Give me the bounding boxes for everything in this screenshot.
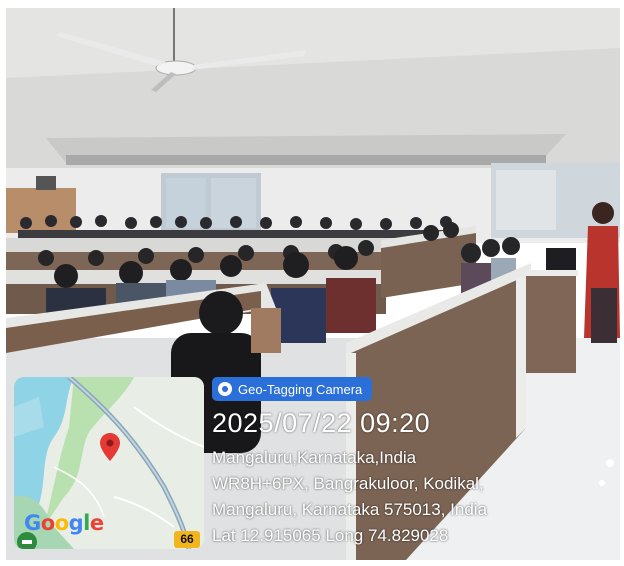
map-pin-icon xyxy=(100,433,120,461)
address-line-city: Mangaluru,Karnataka,India xyxy=(212,448,417,467)
app-name-label: Geo-Tagging Camera xyxy=(238,381,363,397)
coordinates-line: Lat 12.915065 Long 74.829028 xyxy=(212,526,449,545)
highway-route-badge: 66 xyxy=(174,531,200,548)
camera-icon xyxy=(218,382,232,396)
address-line-postal: Mangaluru, Karnataka 575013, India xyxy=(212,500,488,519)
route-marker-icon xyxy=(17,532,37,549)
geo-tagging-app-badge: Geo-Tagging Camera xyxy=(212,377,373,401)
capture-datetime: 2025/07/22 09:20 xyxy=(212,408,431,438)
location-map: Google xyxy=(14,377,204,549)
address-line-street: WR8H+6PX, Bangrakuloor, Kodikal, xyxy=(212,474,484,493)
